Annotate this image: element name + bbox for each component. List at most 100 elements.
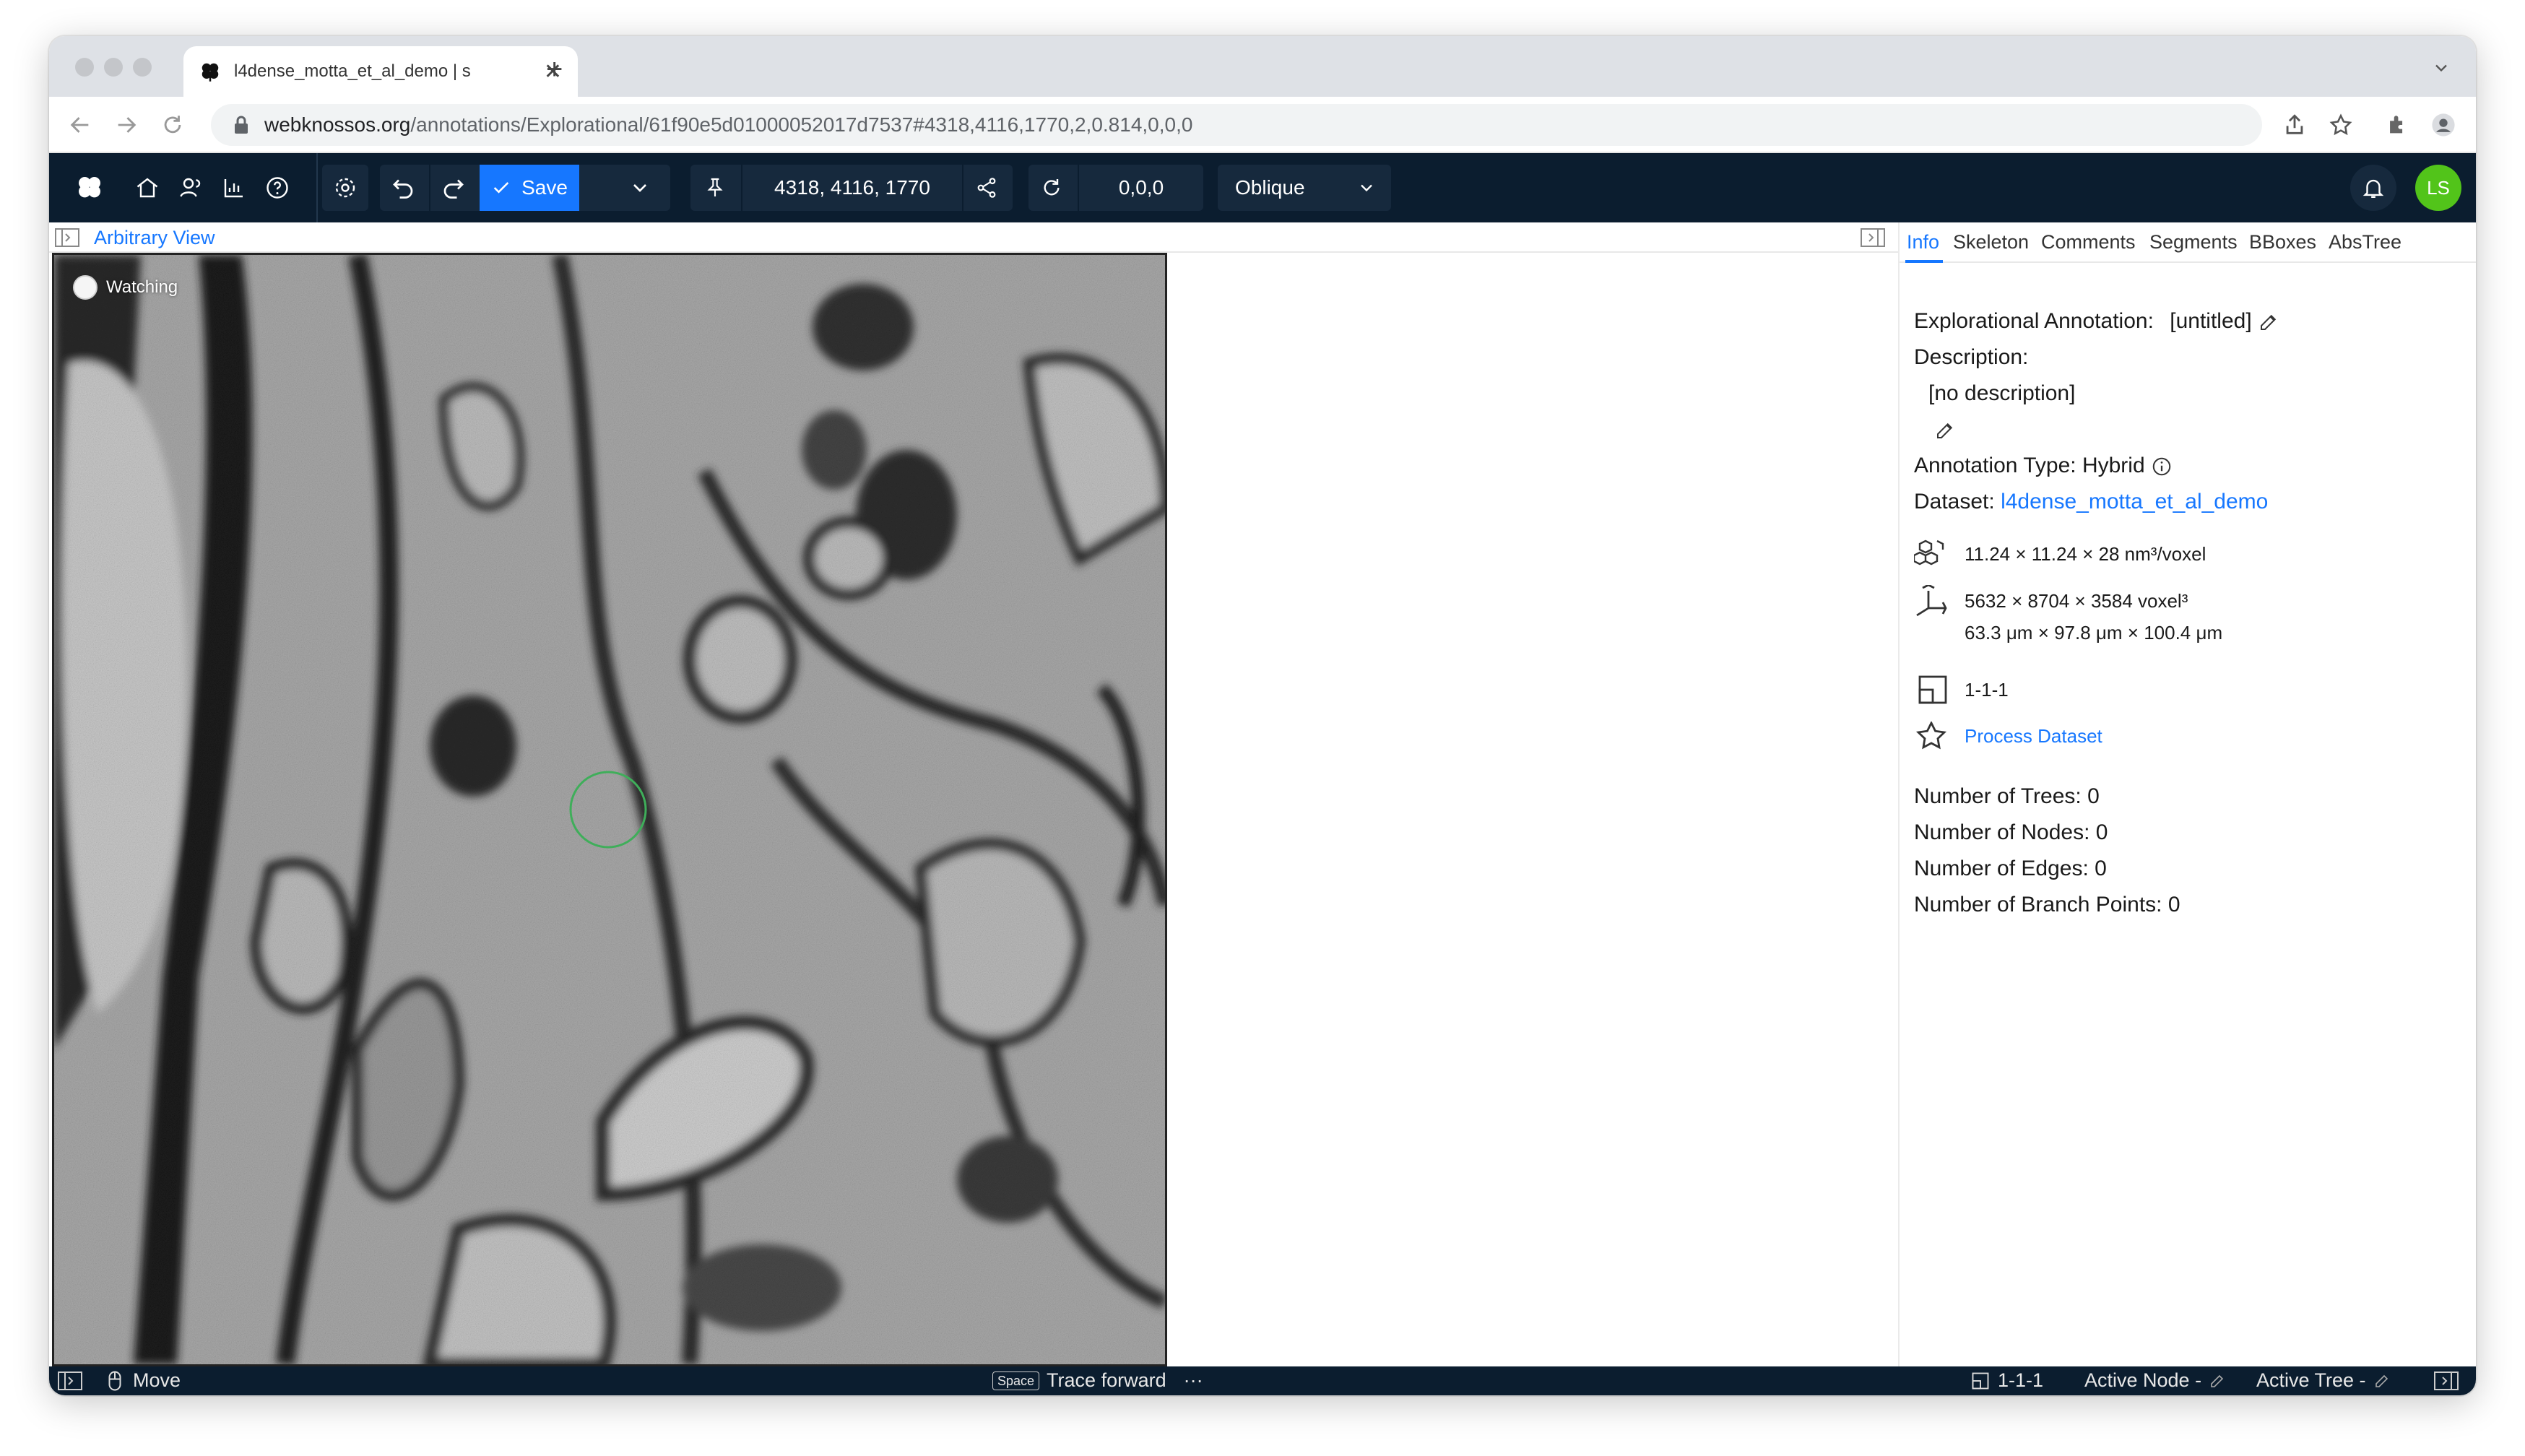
notifications-button[interactable]: [2350, 165, 2396, 211]
users-icon[interactable]: [178, 175, 204, 201]
resolution-icon: [1918, 675, 1947, 704]
status-trace-forward: Trace forward: [1047, 1369, 1166, 1391]
tab-skeleton[interactable]: Skeleton: [1953, 231, 2029, 254]
share-icon[interactable]: [2282, 113, 2307, 137]
gear-icon: [335, 178, 355, 198]
extent-micrometers: 63.3 μm × 97.8 μm × 100.4 μm: [1965, 622, 2223, 644]
number-of-nodes: Number of Nodes: 0: [1914, 820, 2108, 844]
browser-tab[interactable]: l4dense_motta_et_al_demo | s ✕: [183, 46, 578, 97]
toggle-right-sidebar-icon[interactable]: [2434, 1372, 2459, 1390]
process-dataset-link[interactable]: Process Dataset: [1965, 718, 2102, 754]
active-tab-indicator: [1905, 260, 1943, 263]
arbitrary-viewport[interactable]: Watching: [52, 253, 1167, 1366]
view-mode-value: Oblique: [1235, 176, 1305, 199]
reload-icon[interactable]: [160, 113, 185, 137]
tab-segments[interactable]: Segments: [2149, 231, 2238, 254]
status-active-tree: Active Tree -: [2256, 1369, 2366, 1391]
help-icon[interactable]: [264, 175, 290, 201]
undo-icon[interactable]: [390, 175, 416, 201]
status-bar: Move Space Trace forward ··· 1-1-1 Activ…: [49, 1366, 2476, 1395]
rotation-reset-icon[interactable]: [1040, 176, 1063, 199]
description-value: [no description]: [1928, 381, 2076, 405]
axes-icon: [1916, 585, 1947, 617]
description-label: Description:: [1914, 345, 2029, 369]
tab-info[interactable]: Info: [1907, 231, 1939, 254]
collapse-right-panel-icon[interactable]: [1861, 228, 1885, 247]
resolution-icon: [1972, 1372, 1989, 1389]
annotation-name: [untitled]: [2170, 309, 2252, 333]
view-mode-select[interactable]: Oblique: [1218, 165, 1391, 211]
maximize-window-button[interactable]: [133, 58, 152, 77]
edit-name-pencil-icon[interactable]: [2258, 311, 2279, 333]
profile-icon[interactable]: [2431, 113, 2456, 137]
statistics-icon[interactable]: [221, 175, 247, 201]
back-arrow-icon[interactable]: [68, 113, 92, 137]
check-icon: [493, 182, 509, 194]
save-dropdown-chevron-icon[interactable]: [628, 176, 651, 199]
status-more[interactable]: ···: [1184, 1369, 1203, 1392]
url-field[interactable]: webknossos.org/annotations/Explorational…: [211, 104, 2262, 146]
pushpin-icon[interactable]: [703, 176, 727, 199]
number-of-edges: Number of Edges: 0: [1914, 857, 2107, 880]
browser-tab-strip: l4dense_motta_et_al_demo | s ✕ +: [49, 36, 2476, 97]
watching-toggle[interactable]: [73, 275, 98, 300]
lock-icon: [235, 116, 248, 134]
resolution-value: 1-1-1: [1965, 679, 2009, 701]
save-label: Save: [521, 176, 568, 199]
voxel-cubes-icon: [1914, 540, 1944, 566]
star-icon: [1915, 722, 1947, 750]
webknossos-logo-icon[interactable]: [75, 173, 104, 202]
position-input[interactable]: 4318, 4116, 1770: [742, 165, 962, 211]
dataset-link[interactable]: l4dense_motta_et_al_demo: [2001, 490, 2268, 514]
extensions-puzzle-icon[interactable]: [2385, 113, 2409, 137]
info-circle-icon[interactable]: [2151, 456, 2173, 477]
number-of-branch-points: Number of Branch Points: 0: [1914, 893, 2180, 916]
sidebar-tabs: Info Skeleton Comments Segments BBoxes A…: [1900, 222, 2476, 263]
save-button[interactable]: Save: [480, 165, 579, 211]
share-link-icon[interactable]: [975, 176, 998, 199]
app-toolbar: Save 4318, 4116, 1770 0,0,0 Oblique LS: [49, 153, 2476, 222]
toggle-left-sidebar-icon[interactable]: [58, 1372, 82, 1390]
address-bar-row: webknossos.org/annotations/Explorational…: [49, 97, 2476, 153]
watching-label: Watching: [106, 277, 178, 297]
home-icon[interactable]: [134, 175, 160, 201]
url-host: webknossos.org: [264, 113, 411, 136]
edit-active-tree-pencil-icon[interactable]: [2373, 1372, 2391, 1390]
redo-icon[interactable]: [441, 175, 467, 201]
view-title: Arbitrary View: [94, 227, 215, 248]
forward-arrow-icon[interactable]: [114, 113, 139, 137]
right-sidebar: Info Skeleton Comments Segments BBoxes A…: [1898, 222, 2476, 1366]
expand-left-panel-icon[interactable]: [55, 228, 79, 247]
webknossos-logo-icon: [202, 63, 219, 82]
group-separator: [962, 165, 963, 211]
watching-indicator[interactable]: Watching: [73, 275, 178, 300]
edit-active-node-pencil-icon[interactable]: [2209, 1372, 2226, 1390]
user-avatar[interactable]: LS: [2415, 165, 2461, 211]
tab-search-chevron-icon[interactable]: [2431, 58, 2451, 78]
settings-button[interactable]: [322, 165, 368, 211]
rotation-input[interactable]: 0,0,0: [1079, 165, 1203, 211]
minimize-window-button[interactable]: [104, 58, 123, 77]
mouse-left-click-icon: [108, 1371, 121, 1390]
tab-comments[interactable]: Comments: [2041, 231, 2136, 254]
annotation-type: Annotation Type: Hybrid: [1914, 454, 2145, 477]
new-tab-button[interactable]: +: [546, 53, 563, 86]
tab-title: l4dense_motta_et_al_demo | s: [234, 61, 471, 81]
browser-window: l4dense_motta_et_al_demo | s ✕ + webknos…: [49, 36, 2476, 1395]
status-move: Move: [133, 1369, 181, 1391]
close-window-button[interactable]: [75, 58, 94, 77]
status-active-node: Active Node -: [2084, 1369, 2202, 1391]
bookmark-star-icon[interactable]: [2329, 113, 2353, 137]
tab-abstree[interactable]: AbsTree: [2329, 231, 2401, 254]
voxel-size: 11.24 × 11.24 × 28 nm³/voxel: [1965, 543, 2206, 565]
extent-voxels: 5632 × 8704 × 3584 voxel³: [1965, 590, 2188, 612]
chevron-down-icon: [1361, 184, 1372, 192]
dataset-label: Dataset:: [1914, 490, 1995, 514]
em-image: [54, 255, 1165, 1364]
bell-icon: [2362, 179, 2384, 198]
space-key-hint: Space: [992, 1371, 1040, 1390]
tab-bboxes[interactable]: BBoxes: [2249, 231, 2316, 254]
empty-viewport-area: [1167, 253, 1898, 1366]
annotation-label: Explorational Annotation:: [1914, 309, 2154, 333]
edit-description-pencil-icon[interactable]: [1934, 420, 1956, 441]
